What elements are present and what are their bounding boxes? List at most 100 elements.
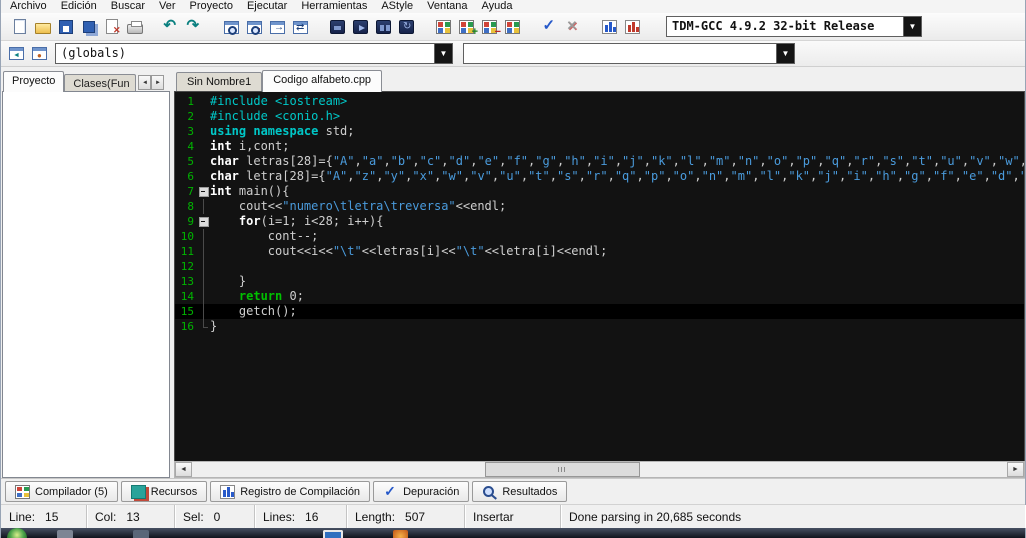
- menu-archivo[interactable]: Archivo: [3, 0, 54, 13]
- code-line-8[interactable]: 8 cout<<"numero\tletra\treversa"<<endl;: [175, 199, 1024, 214]
- compiler-profile-select[interactable]: TDM-GCC 4.9.2 32-bit Release ▼: [666, 16, 922, 37]
- goto-definition-button[interactable]: [28, 42, 51, 65]
- taskbar-app-icon[interactable]: [57, 530, 73, 538]
- main-toolbar: TDM-GCC 4.9.2 32-bit Release ▼: [1, 13, 1025, 41]
- editor-tab-codigo-alfabeto-cpp[interactable]: Codigo alfabeto.cpp: [262, 70, 383, 92]
- menu-astyle[interactable]: AStyle: [374, 0, 420, 13]
- code-text: char letras[28]={"A","a","b","c","d","e"…: [210, 154, 1024, 168]
- compiler-tab-icon: [15, 484, 30, 499]
- code-text: int i,cont;: [210, 139, 290, 153]
- undo-button[interactable]: [160, 15, 183, 38]
- left-tab-proyecto[interactable]: Proyecto: [3, 71, 65, 92]
- tab-scroll-left-button[interactable]: ◄: [138, 75, 152, 90]
- horizontal-scrollbar[interactable]: ◄ ►: [174, 461, 1025, 478]
- code-line-5[interactable]: 5 char letras[28]={"A","a","b","c","d","e…: [175, 154, 1024, 169]
- tab-scroll-right-button[interactable]: ►: [151, 75, 165, 90]
- code-line-1[interactable]: 1 #include <iostream>: [175, 94, 1024, 109]
- output-tab-compile-log[interactable]: Registro de Compilación: [210, 481, 371, 502]
- code-line-10[interactable]: 10 cont--;: [175, 229, 1024, 244]
- new-file-button[interactable]: [8, 15, 31, 38]
- taskbar-app-icon[interactable]: [323, 530, 343, 538]
- code-line-2[interactable]: 2 #include <conio.h>: [175, 109, 1024, 124]
- menu-edicion[interactable]: Edición: [54, 0, 104, 13]
- menu-ventana[interactable]: Ventana: [420, 0, 474, 13]
- goto-declaration-button[interactable]: [5, 42, 28, 65]
- length-indicator: Length: 507: [347, 505, 465, 528]
- code-line-11[interactable]: 11 cout<<i<<"\t"<<letras[i]<<"\t"<<letra…: [175, 244, 1024, 259]
- editor-tab-sin-nombre1[interactable]: Sin Nombre1: [176, 72, 263, 91]
- code-line-16[interactable]: 16}: [175, 319, 1024, 334]
- menu-proyecto[interactable]: Proyecto: [183, 0, 240, 13]
- menu-herramientas[interactable]: Herramientas: [294, 0, 374, 13]
- compile-button[interactable]: [326, 15, 349, 38]
- chevron-down-icon[interactable]: ▼: [434, 44, 452, 63]
- delete-profiling-data-icon: [625, 19, 640, 34]
- menu-buscar[interactable]: Buscar: [104, 0, 152, 13]
- code-editor[interactable]: 1 #include <iostream> 2 #include <conio.h> 3…: [174, 91, 1025, 461]
- globals-select[interactable]: (globals) ▼: [55, 43, 453, 64]
- chevron-down-icon[interactable]: ▼: [776, 44, 794, 63]
- line-number: 9: [187, 215, 194, 228]
- profile-analysis-button[interactable]: [598, 15, 621, 38]
- project-options-button[interactable]: [501, 15, 524, 38]
- open-file-button[interactable]: [31, 15, 54, 38]
- save-button[interactable]: [54, 15, 77, 38]
- new-source-file-button[interactable]: [432, 15, 455, 38]
- syntax-check-button[interactable]: [538, 15, 561, 38]
- find-button[interactable]: [220, 15, 243, 38]
- print-button[interactable]: [123, 15, 146, 38]
- redo-button[interactable]: [183, 15, 206, 38]
- code-line-9[interactable]: 9 for(i=1; i<28; i++){: [175, 214, 1024, 229]
- scroll-right-arrow[interactable]: ►: [1007, 462, 1024, 477]
- output-tab-label: Compilador (5): [35, 485, 108, 498]
- swap-header-source-button[interactable]: [289, 15, 312, 38]
- lines-count: Lines: 16: [255, 505, 347, 528]
- line-number: 2: [187, 110, 194, 123]
- chevron-down-icon[interactable]: ▼: [903, 17, 921, 36]
- taskbar-app-icon[interactable]: [393, 530, 408, 538]
- code-line-12[interactable]: 12: [175, 259, 1024, 274]
- code-line-13[interactable]: 13 }: [175, 274, 1024, 289]
- remove-from-project-icon: [482, 19, 501, 38]
- code-line-15[interactable]: 15 getch();: [175, 304, 1024, 319]
- output-tab-compiler[interactable]: Compilador (5): [5, 481, 118, 502]
- output-tab-label: Depuración: [403, 485, 460, 498]
- output-tab-resources[interactable]: Recursos: [120, 481, 208, 502]
- abort-compilation-button[interactable]: [561, 15, 584, 38]
- left-tab-clases-fun[interactable]: Clases(Fun: [64, 74, 137, 91]
- scrollbar-track[interactable]: [192, 462, 1007, 477]
- start-button[interactable]: [7, 528, 27, 538]
- code-line-6[interactable]: 6 char letra[28]={"A","z","y","x","w","v"…: [175, 169, 1024, 184]
- code-line-7[interactable]: 7 int main(){: [175, 184, 1024, 199]
- menu-ver[interactable]: Ver: [152, 0, 183, 13]
- menu-ejecutar[interactable]: Ejecutar: [240, 0, 294, 13]
- menu-ayuda[interactable]: Ayuda: [475, 0, 520, 13]
- project-panel[interactable]: [2, 91, 170, 478]
- code-line-3[interactable]: 3 using namespace std;: [175, 124, 1024, 139]
- compile-run-button[interactable]: [372, 15, 395, 38]
- remove-from-project-button[interactable]: [478, 15, 501, 38]
- replace-button[interactable]: [243, 15, 266, 38]
- code-line-4[interactable]: 4 int i,cont;: [175, 139, 1024, 154]
- run-button[interactable]: [349, 15, 372, 38]
- output-tab-results[interactable]: Resultados: [472, 481, 568, 502]
- save-all-button[interactable]: [77, 15, 100, 38]
- delete-profiling-data-button[interactable]: [621, 15, 644, 38]
- code-line-14[interactable]: 14 return 0;: [175, 289, 1024, 304]
- output-tab-debug[interactable]: Depuración: [373, 481, 470, 502]
- goto-line-button[interactable]: [266, 15, 289, 38]
- fold-gutter: [197, 94, 210, 109]
- fold-toggle-icon[interactable]: [197, 184, 210, 199]
- taskbar-app-icon[interactable]: [133, 530, 149, 538]
- scrollbar-thumb[interactable]: [485, 462, 641, 477]
- scroll-left-arrow[interactable]: ◄: [175, 462, 192, 477]
- output-tab-label: Recursos: [150, 485, 198, 498]
- windows-taskbar[interactable]: [1, 528, 1025, 538]
- add-to-project-button[interactable]: [455, 15, 478, 38]
- code-text: cout<<i<<"\t"<<letras[i]<<"\t"<<letra[i]…: [210, 244, 608, 258]
- class-browser-toolbar: (globals) ▼ ▼: [1, 41, 1025, 67]
- members-select[interactable]: ▼: [463, 43, 795, 64]
- rebuild-button[interactable]: [395, 15, 418, 38]
- close-file-button[interactable]: [100, 15, 123, 38]
- fold-toggle-icon[interactable]: [197, 214, 210, 229]
